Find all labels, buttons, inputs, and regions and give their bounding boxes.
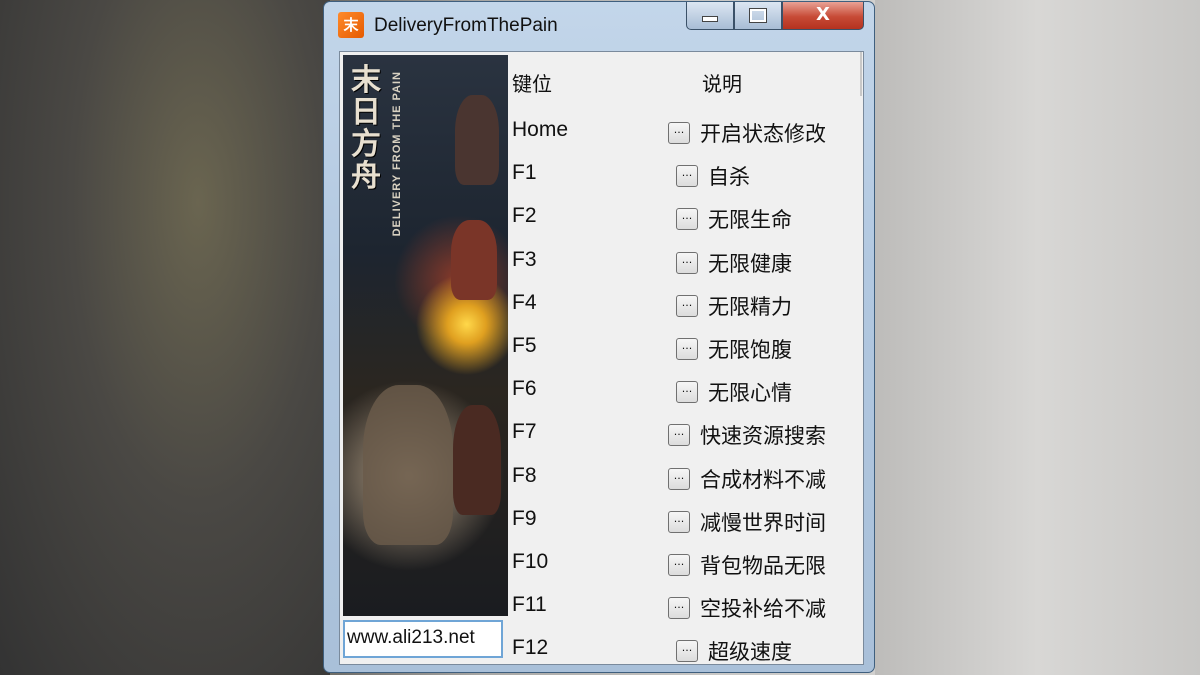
hotkey-key: F11 [512, 593, 547, 617]
toggle-button[interactable]: ... [676, 208, 698, 231]
toggle-button[interactable]: ... [668, 597, 690, 620]
hotkey-description: 无限健康 [708, 251, 792, 276]
toggle-button[interactable]: ... [676, 294, 698, 317]
hotkey-description: 背包物品无限 [700, 554, 826, 578]
hotkey-key: Home [512, 118, 569, 141]
hotkey-description: 开启状态修改 [700, 122, 826, 146]
hotkey-description: 无限饱腹 [708, 338, 792, 362]
toggle-button[interactable]: ... [676, 338, 698, 360]
background-right [875, 0, 1200, 675]
hotkey-key: F3 [512, 247, 537, 271]
hotkey-row: Home... 开启状态修改 [510, 110, 862, 150]
close-icon: X [816, 4, 830, 25]
column-header-description: 说明 [702, 72, 742, 96]
hotkey-description: 减慢世界时间 [700, 510, 826, 535]
background-left [0, 0, 330, 675]
website-link[interactable]: www.ali213.net [343, 620, 503, 658]
hotkey-description: 空投补给不减 [700, 597, 826, 622]
hotkey-key: F1 [512, 161, 537, 185]
toggle-button[interactable]: ... [668, 424, 690, 447]
hotkey-key: F4 [512, 290, 537, 314]
hotkey-row: F8... 合成材料不减 [510, 456, 862, 496]
hotkey-row: F4... 无限精力 [510, 283, 862, 323]
toggle-button[interactable]: ... [676, 165, 698, 188]
character-figure [363, 385, 453, 545]
banner-title: 末日方舟 [351, 63, 381, 194]
hotkey-description: 自杀 [708, 165, 750, 190]
hotkey-description: 超级速度 [708, 640, 792, 665]
trainer-window: 末 DeliveryFromThePain X 末日方舟 DELIVERY FR… [323, 1, 875, 673]
character-figure [451, 220, 497, 300]
hotkey-description: 快速资源搜索 [700, 424, 826, 449]
hotkey-list: 键位 说明 Home... 开启状态修改 F1... 自杀 F2... 无限生命 F3...… [510, 52, 862, 664]
window-title: DeliveryFromThePain [374, 15, 558, 36]
toggle-button[interactable]: ... [668, 122, 690, 144]
toggle-button[interactable]: ... [668, 510, 690, 533]
minimize-button[interactable] [686, 2, 734, 30]
hotkey-description: 无限生命 [708, 208, 792, 233]
hotkey-key: F6 [512, 377, 537, 401]
banner-subtitle: DELIVERY FROM THE PAIN [391, 71, 403, 237]
hotkey-row: F7... 快速资源搜索 [510, 412, 862, 452]
maximize-icon [749, 8, 767, 23]
scrollbar[interactable] [860, 52, 862, 96]
hotkey-row: F2... 无限生命 [510, 196, 862, 236]
minimize-icon [702, 16, 718, 22]
hotkey-row: F5... 无限饱腹 [510, 326, 862, 366]
close-button[interactable]: X [782, 2, 864, 30]
game-banner-image: 末日方舟 DELIVERY FROM THE PAIN [343, 55, 508, 616]
hotkey-row: F12... 超级速度 [510, 628, 862, 668]
toggle-button[interactable]: ... [676, 640, 698, 663]
game-logo-icon: 末 [338, 12, 364, 38]
hotkey-row: F1... 自杀 [510, 153, 862, 193]
hotkey-row: F10... 背包物品无限 [510, 542, 862, 582]
hotkey-key: F2 [512, 204, 537, 228]
hotkey-row: F11... 空投补给不减 [510, 585, 862, 625]
hotkey-row: F9... 减慢世界时间 [510, 499, 862, 539]
character-figure [453, 405, 501, 515]
hotkey-row: F3... 无限健康 [510, 240, 862, 280]
hotkey-description: 无限心情 [708, 381, 792, 406]
hotkey-key: F9 [512, 506, 537, 530]
hotkey-key: F5 [512, 334, 537, 357]
character-figure [455, 95, 499, 185]
hotkey-key: F8 [512, 463, 537, 487]
toggle-button[interactable]: ... [676, 381, 698, 404]
hotkey-key: F7 [512, 420, 537, 444]
hotkey-description: 合成材料不减 [700, 467, 826, 492]
hotkey-key: F10 [512, 550, 549, 573]
hotkey-key: F12 [512, 636, 549, 660]
toggle-button[interactable]: ... [668, 554, 690, 576]
maximize-button[interactable] [734, 2, 782, 30]
title-bar[interactable]: 末 DeliveryFromThePain X [324, 2, 874, 50]
hotkey-description: 无限精力 [708, 294, 792, 319]
toggle-button[interactable]: ... [676, 251, 698, 274]
column-header-key: 键位 [512, 72, 552, 96]
hotkey-row: F6... 无限心情 [510, 369, 862, 409]
client-area: 末日方舟 DELIVERY FROM THE PAIN www.ali213.n… [339, 51, 864, 665]
toggle-button[interactable]: ... [668, 467, 690, 490]
